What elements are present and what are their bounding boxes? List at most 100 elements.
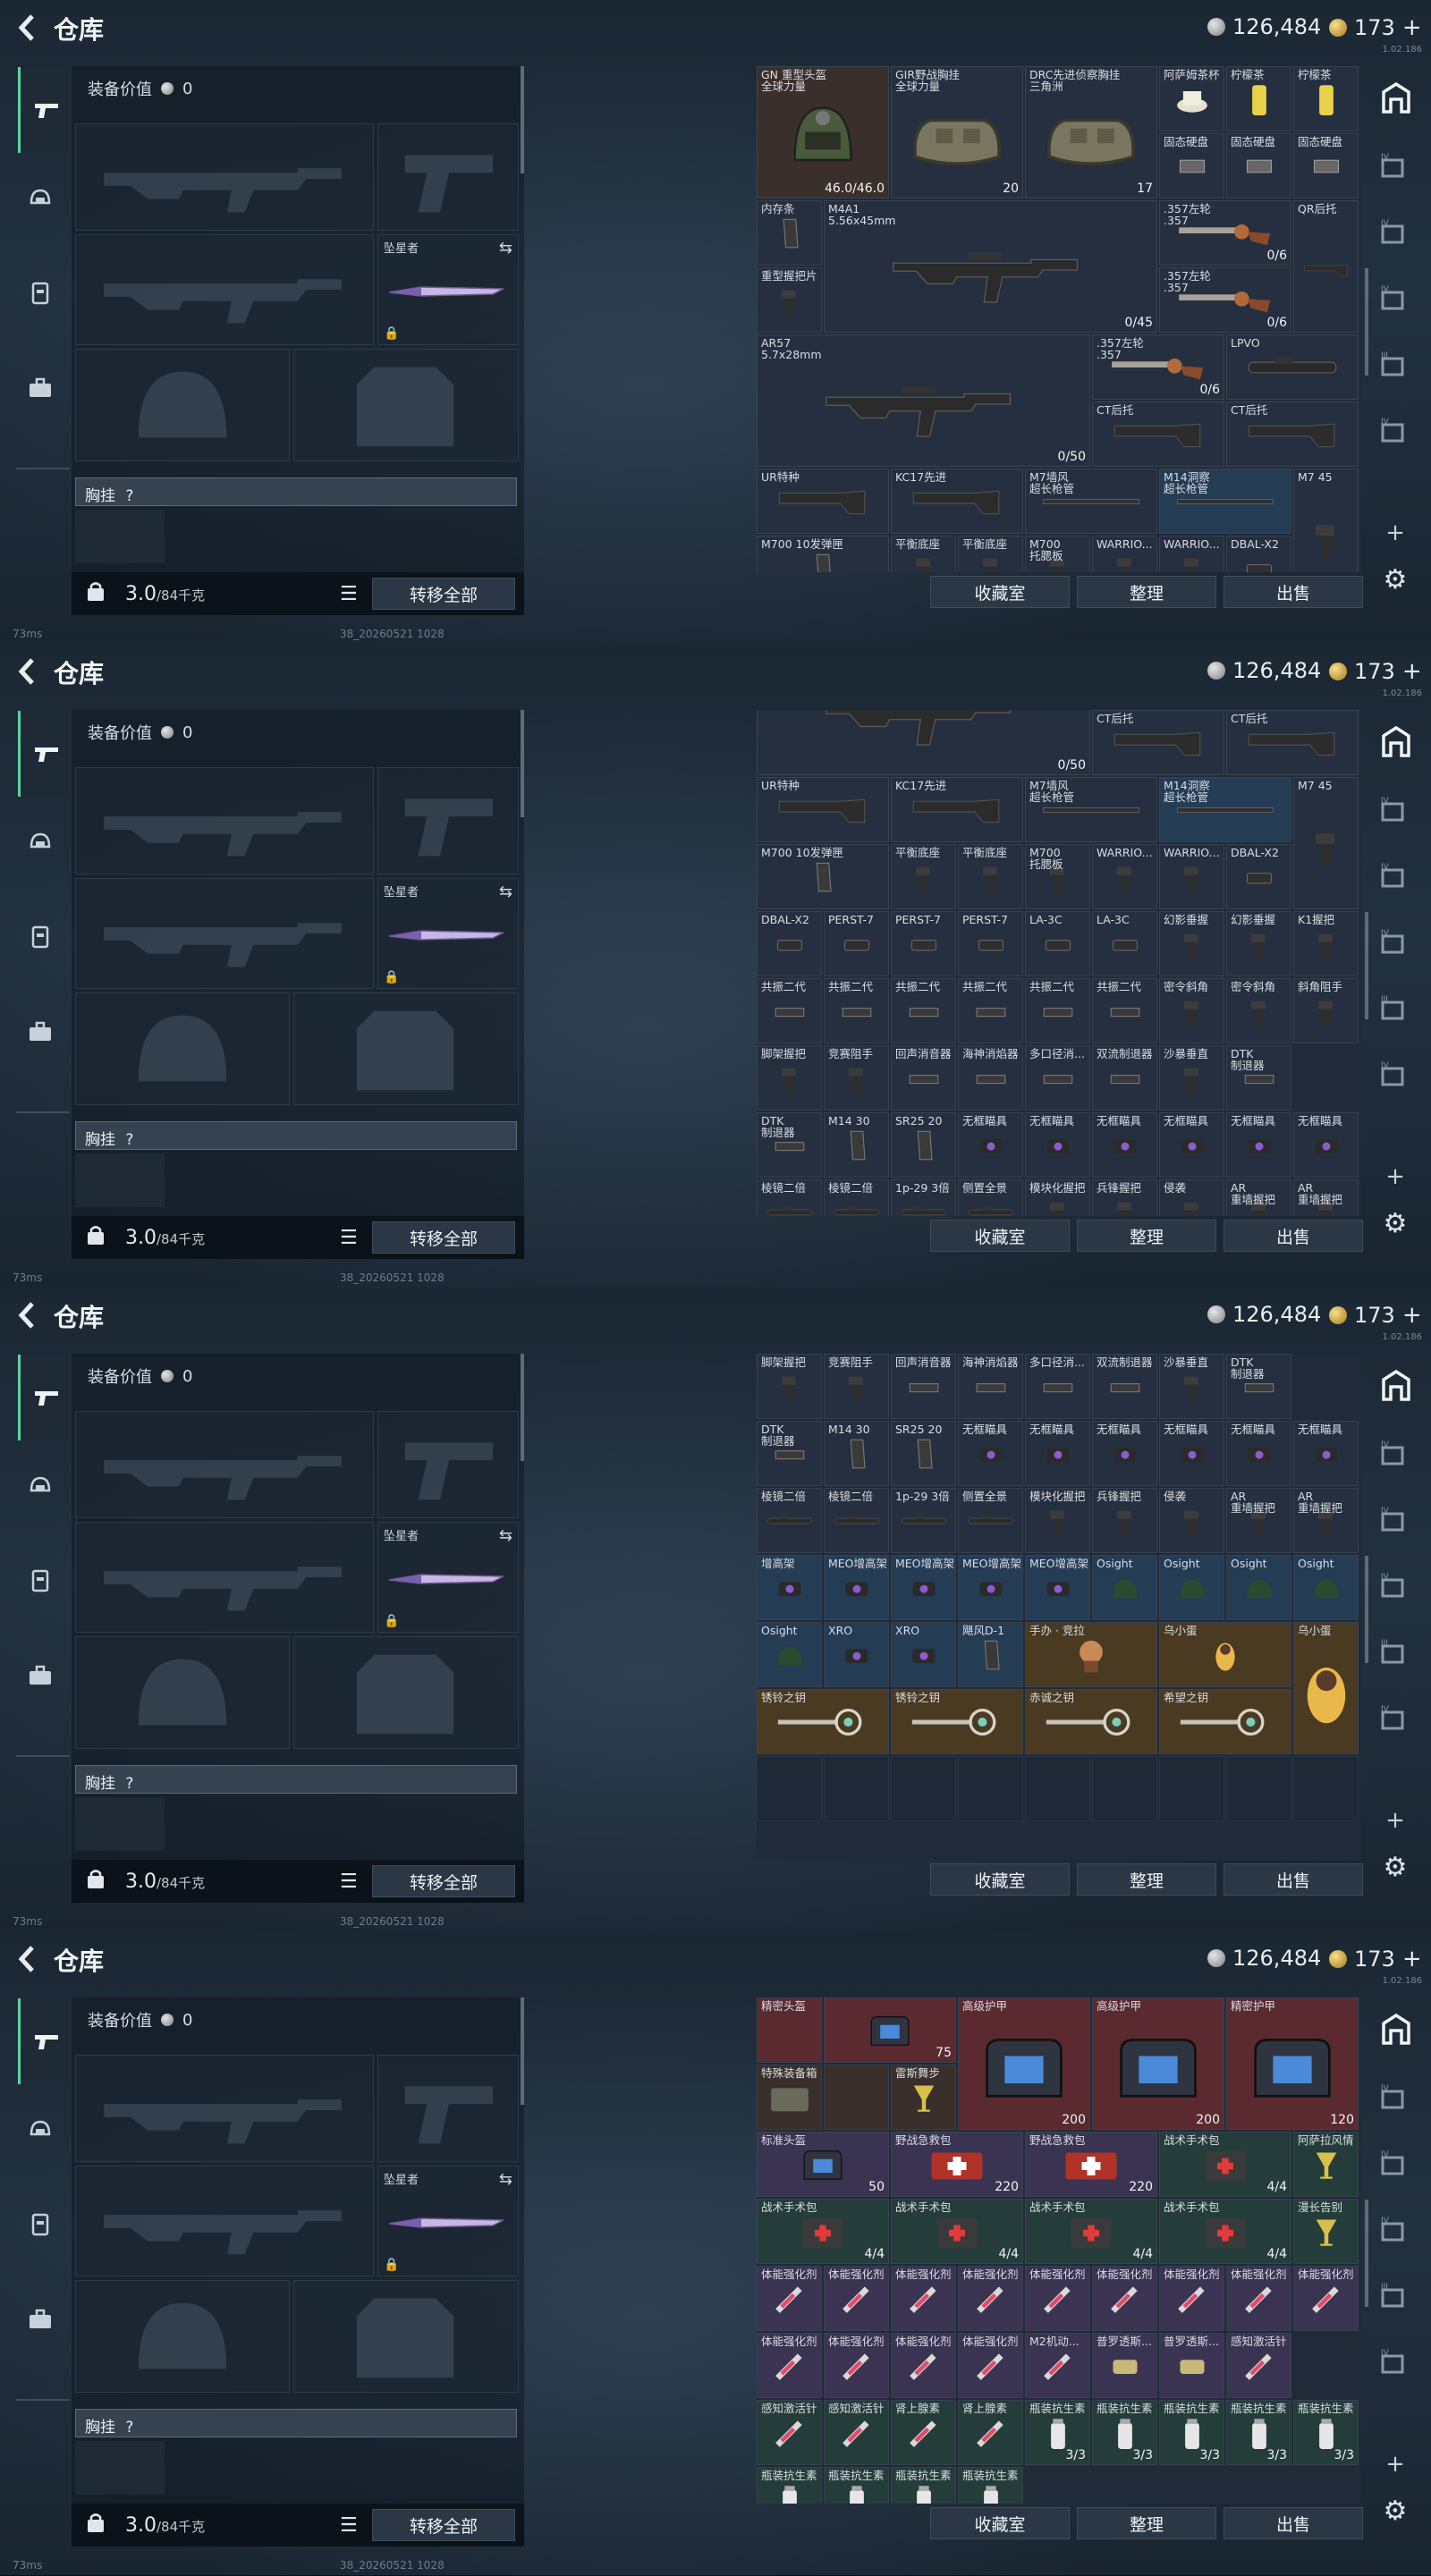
stash-item[interactable]: 多口径消... bbox=[1025, 1045, 1090, 1111]
stash-tab-4[interactable]: IV bbox=[1376, 279, 1415, 318]
nav-rig[interactable] bbox=[20, 916, 61, 958]
nav-weapons[interactable] bbox=[18, 1998, 72, 2084]
nav-backpack[interactable] bbox=[20, 1011, 61, 1052]
stash-item[interactable]: WARRIO... bbox=[1092, 844, 1157, 909]
sort-button[interactable]: 整理 bbox=[1077, 1220, 1216, 1252]
stash-item[interactable]: 1p-29 3倍 bbox=[891, 1488, 956, 1553]
stash-item[interactable]: 海神消焰器 bbox=[958, 1045, 1023, 1111]
nav-rig[interactable] bbox=[20, 1560, 61, 1601]
melee-slot[interactable]: 坠星者 ⇆ 🔒 bbox=[377, 2166, 519, 2276]
primary-weapon-slot[interactable] bbox=[75, 767, 374, 874]
stash-item[interactable]: 共振二代 bbox=[958, 978, 1023, 1043]
loadout-scrollbar[interactable] bbox=[521, 1997, 524, 2105]
stash-tab-3[interactable]: III bbox=[1376, 989, 1415, 1028]
stash-tab-4[interactable]: IV bbox=[1376, 147, 1415, 186]
nav-weapons[interactable] bbox=[18, 1355, 72, 1440]
secondary-weapon-slot[interactable] bbox=[75, 234, 374, 345]
stash-item[interactable]: WARRIO... bbox=[1159, 844, 1224, 909]
body-armor-slot[interactable] bbox=[293, 2280, 519, 2393]
stash-tab-4[interactable]: IV bbox=[1376, 923, 1415, 962]
stash-item[interactable]: UR特种 bbox=[757, 469, 889, 534]
stash-item[interactable]: 瓶装抗生素 bbox=[958, 2467, 1023, 2504]
stash-item[interactable]: 瓶装抗生素 3/3 bbox=[1226, 2400, 1291, 2465]
stash-item[interactable]: 共振二代 bbox=[1092, 978, 1157, 1043]
stash-item[interactable]: MEO增高架 bbox=[1025, 1555, 1090, 1620]
stash-item[interactable]: 棱镜二倍 bbox=[757, 1179, 822, 1216]
sort-button[interactable]: 整理 bbox=[1077, 1863, 1216, 1896]
add-currency-icon[interactable]: + bbox=[1402, 1946, 1422, 1972]
stash-item[interactable]: 竞赛阻手 bbox=[824, 1354, 889, 1419]
nav-armor[interactable] bbox=[20, 822, 61, 863]
stash-item[interactable]: 侵袭 bbox=[1159, 1179, 1224, 1216]
list-view-icon[interactable]: ☰ bbox=[340, 1871, 358, 1893]
stash-item[interactable]: 重型握把片 bbox=[757, 267, 822, 333]
stash-item[interactable]: M14洞察 超长枪管 bbox=[1159, 777, 1291, 842]
stash-tab-4[interactable]: IV bbox=[1376, 1699, 1415, 1738]
stash-item[interactable]: PERST-7 bbox=[958, 911, 1023, 976]
loadout-scrollbar[interactable] bbox=[521, 66, 524, 173]
stash-item[interactable]: 乌小蛋 bbox=[1293, 1622, 1359, 1754]
chest-rig-slot[interactable] bbox=[75, 2441, 165, 2495]
stash-item[interactable]: AR 重墙握把 bbox=[1226, 1179, 1291, 1216]
stash-item[interactable]: PERST-7 bbox=[891, 911, 956, 976]
primary-weapon-slot[interactable] bbox=[75, 1411, 374, 1518]
stash-item[interactable]: SR25 20 bbox=[891, 1421, 956, 1486]
transfer-all-button[interactable]: 转移全部 bbox=[372, 2509, 515, 2541]
stash-item[interactable]: 瓶装抗生素 3/3 bbox=[1092, 2400, 1157, 2465]
stash-item[interactable]: 高级护甲 200 bbox=[1092, 1997, 1224, 2130]
stash-item[interactable]: 体能强化剂 bbox=[757, 2266, 822, 2331]
transfer-all-button[interactable]: 转移全部 bbox=[372, 1865, 515, 1897]
stash-item[interactable]: 瓶装抗生素 bbox=[891, 2467, 956, 2504]
nav-armor[interactable] bbox=[20, 178, 61, 219]
stash-item[interactable]: 肾上腺素 bbox=[958, 2400, 1023, 2465]
body-armor-slot[interactable] bbox=[293, 992, 519, 1105]
stash-item[interactable]: 海神消焰器 bbox=[958, 1354, 1023, 1419]
gold-currency[interactable]: 173 + bbox=[1329, 1946, 1422, 1972]
back-arrow-icon[interactable] bbox=[14, 1944, 43, 1974]
stash-item[interactable]: 阿萨姆茶杯 bbox=[1159, 66, 1224, 131]
stash-item[interactable]: 肾上腺素 bbox=[891, 2400, 956, 2465]
stash-item[interactable]: 共振二代 bbox=[891, 978, 956, 1043]
stash-item[interactable]: 体能强化剂 bbox=[958, 2266, 1023, 2331]
stash-item[interactable]: 无框瞄具 bbox=[958, 1112, 1023, 1178]
swap-icon[interactable]: ⇆ bbox=[499, 1526, 512, 1545]
stash-item[interactable]: 乌小蛋 bbox=[1159, 1622, 1291, 1687]
chest-rig-header[interactable]: 胸挂 ? bbox=[75, 1121, 517, 1150]
list-view-icon[interactable]: ☰ bbox=[340, 1227, 358, 1249]
stash-tab-4[interactable]: IV bbox=[1376, 1500, 1415, 1540]
stash-tab-4[interactable]: IV bbox=[1376, 1055, 1415, 1094]
stash-tab-home[interactable] bbox=[1372, 1361, 1420, 1409]
stash-item[interactable]: Osight bbox=[1293, 1555, 1359, 1620]
stash-item[interactable]: 体能强化剂 bbox=[958, 2333, 1023, 2398]
helmet-slot[interactable] bbox=[75, 349, 290, 461]
chest-rig-slot[interactable] bbox=[75, 1153, 165, 1207]
stash-item[interactable]: 柠檬茶 bbox=[1226, 66, 1291, 131]
stash-item[interactable]: 侧置全景 bbox=[958, 1179, 1023, 1216]
stash-item[interactable]: 赤诚之钥 bbox=[1025, 1689, 1157, 1754]
stash-item[interactable]: 体能强化剂 bbox=[1159, 2266, 1224, 2331]
stash-item[interactable]: MEO增高架 bbox=[891, 1555, 956, 1620]
secondary-weapon-slot[interactable] bbox=[75, 1522, 374, 1633]
stash-item[interactable]: 特殊装备箱 bbox=[757, 2065, 822, 2130]
secondary-weapon-slot[interactable] bbox=[75, 2166, 374, 2276]
pistol-slot[interactable] bbox=[377, 1411, 519, 1518]
stash-item[interactable]: Osight bbox=[1092, 1555, 1157, 1620]
stash-item[interactable]: 无框瞄具 bbox=[1092, 1421, 1157, 1486]
stash-item[interactable]: DTK 制退器 bbox=[1226, 1045, 1291, 1111]
stash-scrollbar[interactable] bbox=[1365, 2200, 1368, 2307]
stash-item[interactable]: DTK 制退器 bbox=[1226, 1354, 1291, 1419]
stash-item[interactable]: 兵锋握把 bbox=[1092, 1488, 1157, 1553]
stash-item[interactable]: 雷斯舞步 bbox=[891, 2065, 956, 2130]
add-currency-icon[interactable]: + bbox=[1402, 14, 1422, 41]
stash-item[interactable]: 共振二代 bbox=[757, 978, 822, 1043]
stash-item[interactable]: DTK 制退器 bbox=[757, 1421, 822, 1486]
stash-item[interactable]: 平衡底座 bbox=[958, 536, 1023, 572]
stash-item[interactable]: 战术手术包 4/4 bbox=[891, 2199, 1023, 2264]
stash-item[interactable]: DBAL-X2 bbox=[757, 911, 822, 976]
stash-item[interactable]: 棱镜二倍 bbox=[824, 1179, 889, 1216]
stash-item[interactable]: LA-3C bbox=[1025, 911, 1090, 976]
list-view-icon[interactable]: ☰ bbox=[340, 2514, 358, 2537]
stash-item[interactable]: 无框瞄具 bbox=[1159, 1421, 1224, 1486]
stash-tab-4[interactable]: IV bbox=[1376, 2078, 1415, 2117]
nav-backpack[interactable] bbox=[20, 1655, 61, 1696]
